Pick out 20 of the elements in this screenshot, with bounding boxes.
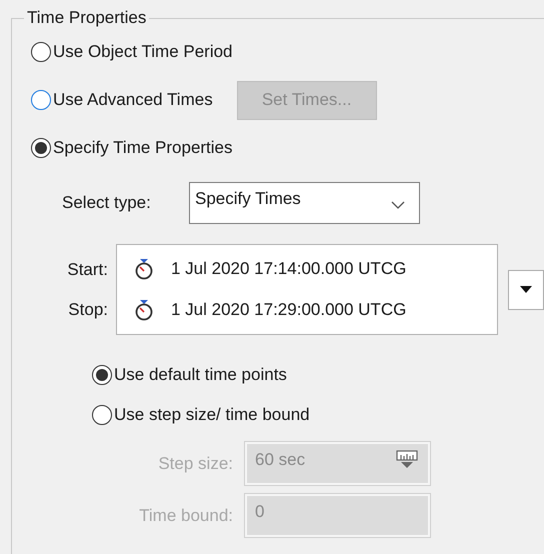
radio-option[interactable]: Use Advanced Times: [31, 90, 213, 110]
time-label: Stop:: [68, 300, 108, 320]
radio-option[interactable]: Use Object Time Period: [31, 42, 233, 62]
triangle-down-icon: [520, 286, 532, 293]
time-value[interactable]: 1 Jul 2020 17:14:00.000 UTCG: [171, 259, 406, 279]
stopwatch-icon: [134, 258, 154, 280]
stopwatch-icon: [134, 299, 154, 321]
field-label: Step size:: [157, 454, 233, 474]
chevron-down-icon: [391, 201, 405, 209]
radio-option[interactable]: Use default time points: [92, 365, 287, 385]
type-dropdown[interactable]: Specify Times: [189, 182, 420, 224]
unit-picker-icon: [396, 450, 418, 470]
field-label: Time bound:: [138, 506, 233, 526]
select-type-label: Select type:: [62, 193, 152, 213]
radio-option[interactable]: Use step size/ time bound: [92, 405, 310, 425]
group-title: Time Properties: [26, 8, 148, 28]
radio-option[interactable]: Specify Time Properties: [31, 138, 233, 158]
time-label: Start:: [67, 260, 108, 280]
time-value[interactable]: 1 Jul 2020 17:29:00.000 UTCG: [171, 300, 406, 320]
dropdown-button[interactable]: [508, 270, 544, 310]
